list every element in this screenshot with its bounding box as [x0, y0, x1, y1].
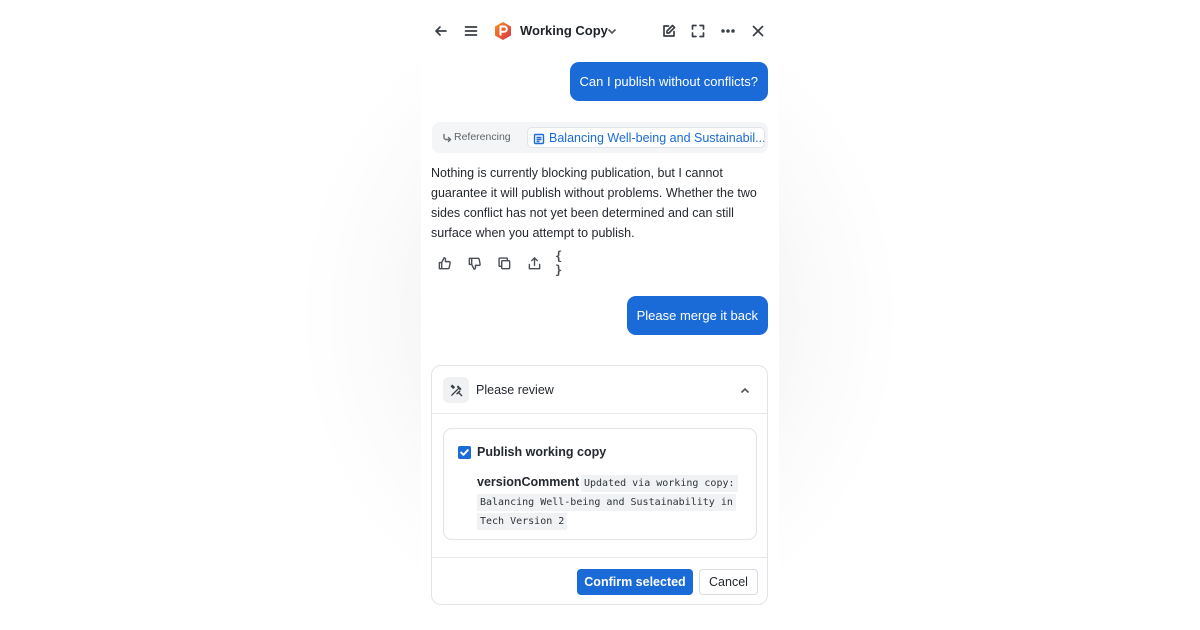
- cancel-button[interactable]: Cancel: [699, 569, 758, 595]
- parameter-colon: :: [576, 475, 580, 489]
- parameter-value-line: Tech Version 2: [477, 513, 568, 530]
- thumbs-up-icon[interactable]: [435, 254, 453, 272]
- edit-icon[interactable]: [656, 18, 682, 44]
- close-icon[interactable]: [745, 18, 771, 44]
- assistant-message: Nothing is currently blocking publicatio…: [431, 166, 757, 240]
- user-message: Can I publish without conflicts?: [569, 62, 768, 101]
- chevron-up-icon[interactable]: [739, 384, 751, 396]
- parameter-value-line: Balancing Well-being and Sustainability …: [477, 494, 736, 511]
- copy-icon[interactable]: [495, 254, 513, 272]
- conversation-title[interactable]: Working Copy: [520, 23, 608, 38]
- confirm-selected-button[interactable]: Confirm selected: [577, 569, 693, 595]
- reply-arrow-icon: [441, 131, 453, 143]
- referencing-bar: Referencing Balancing Well-being and Sus…: [432, 122, 768, 153]
- publish-checkbox[interactable]: [458, 446, 471, 459]
- tools-icon: [443, 377, 469, 403]
- review-card: Please review Publish working copy versi…: [431, 365, 768, 605]
- more-icon[interactable]: [715, 18, 741, 44]
- review-footer: Confirm selected Cancel: [432, 557, 767, 605]
- menu-icon[interactable]: [458, 18, 484, 44]
- action-item-label: Publish working copy: [477, 445, 607, 459]
- user-message: Please merge it back: [626, 296, 768, 335]
- review-title: Please review: [476, 383, 554, 397]
- referenced-document-title: Balancing Well-being and Sustainabil...: [549, 131, 765, 145]
- back-arrow-icon[interactable]: [428, 18, 454, 44]
- header-bar: Working Copy: [421, 12, 779, 50]
- referencing-label: Referencing: [454, 131, 511, 143]
- action-item-card: Publish working copy versionComment : Up…: [443, 428, 757, 540]
- thumbs-down-icon[interactable]: [465, 254, 483, 272]
- json-icon[interactable]: { }: [555, 249, 573, 277]
- expand-icon[interactable]: [685, 18, 711, 44]
- app-logo: [493, 21, 513, 41]
- chevron-down-icon[interactable]: [606, 24, 618, 36]
- document-icon: [533, 132, 545, 145]
- parameter-value-line: Updated via working copy:: [581, 475, 738, 492]
- chat-panel: Working Copy Can I publish without confl…: [421, 0, 779, 630]
- review-header[interactable]: Please review: [432, 366, 767, 414]
- share-icon[interactable]: [525, 254, 543, 272]
- referenced-document-chip[interactable]: Balancing Well-being and Sustainabil...: [527, 127, 765, 148]
- parameter-key: versionComment: [477, 475, 580, 489]
